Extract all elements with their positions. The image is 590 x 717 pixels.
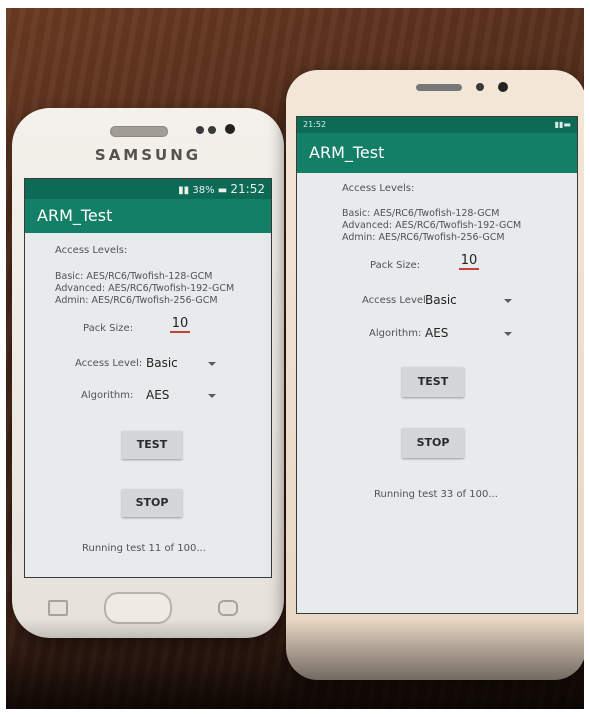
access-level-label: Access Level — [362, 295, 426, 306]
status-bar: ▮▮ 38% ▬ 21:52 — [25, 179, 271, 199]
clock: 21:52 — [230, 182, 265, 196]
pack-size-label: Pack Size: — [370, 260, 421, 271]
access-level-select[interactable]: Basic — [425, 293, 457, 307]
app-title: ARM_Test — [297, 133, 577, 173]
chevron-down-icon[interactable] — [504, 332, 512, 336]
clock: 21:52 — [303, 120, 327, 129]
access-level-line: Basic: AES/RC6/Twofish-128-GCM — [55, 271, 213, 282]
chevron-down-icon[interactable] — [504, 299, 512, 303]
access-level-select[interactable]: Basic — [146, 356, 178, 370]
chevron-down-icon[interactable] — [208, 394, 216, 398]
battery-icon: ▬ — [217, 185, 231, 196]
recent-apps-key[interactable] — [48, 600, 68, 616]
sensor-dot — [476, 83, 484, 91]
test-button[interactable]: TEST — [402, 367, 464, 397]
access-levels-heading: Access Levels: — [55, 245, 128, 256]
access-level-line: Basic: AES/RC6/Twofish-128-GCM — [342, 208, 500, 219]
algorithm-label: Algorithm: — [369, 328, 422, 339]
brand-logo: SAMSUNG — [94, 146, 202, 164]
pack-size-label: Pack Size: — [83, 323, 134, 334]
access-levels-heading: Access Levels: — [342, 183, 415, 194]
battery-level: 38% — [192, 185, 215, 196]
algorithm-label: Algorithm: — [81, 390, 134, 401]
front-camera — [498, 82, 508, 92]
earpiece-speaker — [416, 84, 462, 91]
signal-battery-icon: ▮▮▬ — [554, 120, 571, 129]
sensor-dot — [196, 126, 204, 134]
stop-button[interactable]: STOP — [122, 489, 182, 517]
foreground-shadow — [6, 619, 584, 709]
signal-icon: ▮▮ — [178, 185, 193, 196]
access-level-label: Access Level: — [75, 358, 143, 369]
xiaomi-phone: 21:52 ▮▮▬ ARM_Test Access Levels: Basic:… — [286, 70, 584, 680]
front-camera — [225, 124, 235, 134]
status-bar: 21:52 ▮▮▬ — [297, 117, 577, 133]
earpiece-speaker — [110, 126, 168, 137]
pack-size-input[interactable]: 10 — [459, 253, 479, 270]
back-key[interactable] — [218, 600, 238, 616]
chevron-down-icon[interactable] — [208, 362, 216, 366]
algorithm-select[interactable]: AES — [425, 326, 448, 340]
sensor-dot — [208, 126, 216, 134]
status-text: Running test 11 of 100... — [82, 543, 206, 554]
pack-size-input[interactable]: 10 — [170, 316, 190, 333]
access-level-line: Advanced: AES/RC6/Twofish-192-GCM — [342, 220, 522, 231]
access-level-line: Admin: AES/RC6/Twofish-256-GCM — [55, 295, 218, 306]
access-level-line: Advanced: AES/RC6/Twofish-192-GCM — [55, 283, 235, 294]
stop-button[interactable]: STOP — [402, 428, 464, 458]
algorithm-select[interactable]: AES — [146, 388, 169, 402]
app-title: ARM_Test — [25, 199, 271, 233]
samsung-phone: SAMSUNG ▮▮ 38% ▬ 21:52 ARM_Test Access L… — [12, 108, 284, 638]
right-screen: 21:52 ▮▮▬ ARM_Test Access Levels: Basic:… — [296, 116, 578, 614]
left-screen: ▮▮ 38% ▬ 21:52 ARM_Test Access Levels: B… — [24, 178, 272, 578]
access-level-line: Admin: AES/RC6/Twofish-256-GCM — [342, 232, 505, 243]
test-button[interactable]: TEST — [122, 431, 182, 459]
status-text: Running test 33 of 100... — [374, 489, 498, 500]
photo: SAMSUNG ▮▮ 38% ▬ 21:52 ARM_Test Access L… — [6, 8, 584, 709]
